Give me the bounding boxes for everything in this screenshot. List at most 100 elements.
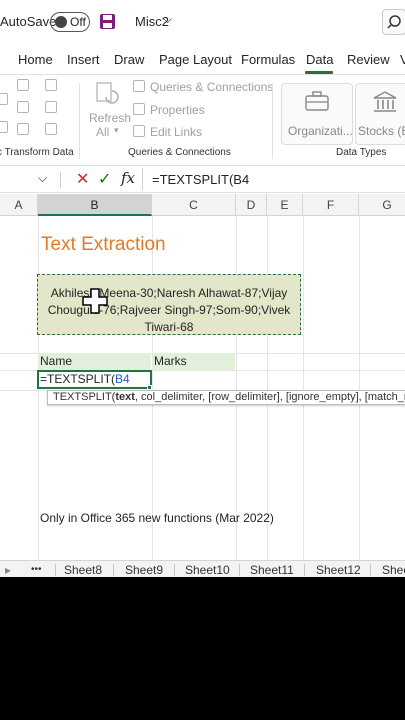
tooltip-function[interactable]: TEXTSPLIT( xyxy=(53,391,115,403)
tooltip-current-arg[interactable]: text xyxy=(115,391,135,403)
gridline xyxy=(152,216,153,560)
sheet-tab-separator xyxy=(239,564,240,576)
column-header-b[interactable]: B xyxy=(38,194,152,216)
refresh-label[interactable]: Refresh xyxy=(89,111,131,125)
column-header-f[interactable]: F xyxy=(303,194,359,216)
source-line-2: Chougule-76;Rajveer Singh-97;Som-90;Vive… xyxy=(47,303,291,317)
worksheet-grid[interactable]: Text Extraction Akhilesh Meena-30;Naresh… xyxy=(0,216,405,560)
toggle-knob-icon xyxy=(55,16,67,28)
sheet-tab-sheet13[interactable]: Shee xyxy=(382,563,405,577)
name-header-cell[interactable]: Name xyxy=(38,353,151,370)
tab-insert[interactable]: Insert xyxy=(67,52,100,67)
properties-icon[interactable] xyxy=(133,103,145,115)
stocks-datatype-button[interactable]: Stocks (En xyxy=(355,83,405,145)
organization-label: Organizati... xyxy=(288,124,353,138)
gridline xyxy=(236,216,237,560)
column-headers: A B C D E F G xyxy=(0,194,405,216)
ribbon-separator xyxy=(79,83,80,159)
cancel-icon[interactable]: ✕ xyxy=(76,169,89,189)
sheet-tab-sheet8[interactable]: Sheet8 xyxy=(64,563,102,577)
save-icon[interactable] xyxy=(99,13,116,30)
edit-links-icon[interactable] xyxy=(133,125,145,137)
properties-button[interactable]: Properties xyxy=(150,103,205,117)
cell-select-cursor-icon xyxy=(82,288,108,314)
tab-data[interactable]: Data xyxy=(306,52,333,67)
sheet-tab-separator xyxy=(113,564,114,576)
sheet-tab-sheet9[interactable]: Sheet9 xyxy=(125,563,163,577)
sheet-tab-separator xyxy=(174,564,175,576)
source-cell-b4[interactable]: Akhilesh Meena-30;Naresh Alhawat-87;Vija… xyxy=(37,274,301,335)
from-table-icon[interactable] xyxy=(0,121,8,133)
sheet-nav-arrow-icon[interactable]: ▸ xyxy=(5,563,11,577)
sheet-title-cell[interactable]: Text Extraction xyxy=(41,234,166,256)
group-label-datatypes: Data Types xyxy=(336,147,387,158)
source-cell-text: Akhilesh Meena-30;Naresh Alhawat-87;Vija… xyxy=(38,285,300,336)
column-header-g[interactable]: G xyxy=(359,194,405,216)
tab-home[interactable]: Home xyxy=(18,52,53,67)
ribbon-tabs: Home Insert Draw Page Layout Formulas Da… xyxy=(0,44,405,74)
edit-links-button[interactable]: Edit Links xyxy=(150,125,202,139)
get-data-icon[interactable] xyxy=(0,93,8,105)
search-icon[interactable] xyxy=(382,9,405,35)
active-cell-prefix: =TEXTSPLIT( xyxy=(40,372,116,386)
chevron-down-icon[interactable]: ⌵ xyxy=(163,12,172,27)
stocks-label: Stocks (En xyxy=(358,124,405,138)
refresh-all-label[interactable]: All xyxy=(96,125,109,139)
gridline xyxy=(359,216,360,560)
chevron-down-icon[interactable]: ▾ xyxy=(114,125,119,136)
note-cell[interactable]: Only in Office 365 new functions (Mar 20… xyxy=(40,511,274,525)
organization-datatype-button[interactable]: Organizati... xyxy=(281,83,353,145)
sheet-tab-separator xyxy=(304,564,305,576)
column-header-c[interactable]: C xyxy=(152,194,236,216)
sheet-tab-bar: ▸ ••• Sheet8 Sheet9 Sheet10 Sheet11 Shee… xyxy=(0,560,405,577)
from-web-icon[interactable] xyxy=(17,101,29,113)
formula-bar-separator xyxy=(142,168,143,190)
refresh-all-icon[interactable] xyxy=(94,81,120,109)
formula-bar: ⌵ ✕ ✓ fx =TEXTSPLIT(B4 xyxy=(0,165,405,193)
enter-icon[interactable]: ✓ xyxy=(98,169,111,189)
more-sheets-button[interactable]: ••• xyxy=(31,564,42,575)
group-label-queries: Queries & Connections xyxy=(128,147,231,158)
active-cell-reference: B4 xyxy=(115,372,130,386)
marks-header-cell[interactable]: Marks xyxy=(152,353,235,370)
existing-connections-icon[interactable] xyxy=(45,101,57,113)
tab-view[interactable]: V xyxy=(400,52,405,67)
active-cell-editor[interactable]: =TEXTSPLIT(B4 xyxy=(37,370,152,389)
source-line-1: Akhilesh Meena-30;Naresh Alhawat-87;Vija… xyxy=(50,286,288,300)
formula-bar-separator xyxy=(60,172,61,188)
tab-draw[interactable]: Draw xyxy=(114,52,144,67)
tab-page-layout[interactable]: Page Layout xyxy=(159,52,232,67)
queries-connections-icon[interactable] xyxy=(133,80,145,92)
tooltip-other-args: , col_delimiter, [row_delimiter], [ignor… xyxy=(134,391,405,403)
name-box[interactable] xyxy=(0,166,36,192)
sheet-tab-sheet12[interactable]: Sheet12 xyxy=(316,563,361,577)
sheet-tab-separator xyxy=(55,564,56,576)
autosave-toggle[interactable]: Off xyxy=(50,12,90,32)
ribbon-data: c Transform Data Refresh All ▾ Queries &… xyxy=(0,75,405,163)
tab-formulas[interactable]: Formulas xyxy=(241,52,295,67)
sheet-tab-sheet11[interactable]: Sheet11 xyxy=(250,563,294,577)
group-label-transform: c Transform Data xyxy=(0,147,74,158)
recent-sources-icon[interactable] xyxy=(45,79,57,91)
column-header-d[interactable]: D xyxy=(236,194,267,216)
sheet-tab-separator xyxy=(370,564,371,576)
excel-window: AutoSave Off Misc2 ⌵ Home Insert Draw Pa… xyxy=(0,0,405,577)
from-text-icon[interactable] xyxy=(17,79,29,91)
autosave-label: AutoSave xyxy=(0,14,57,29)
ribbon-separator xyxy=(272,83,273,159)
from-other-icon[interactable] xyxy=(45,123,57,135)
tab-review[interactable]: Review xyxy=(347,52,390,67)
chevron-down-icon[interactable]: ⌵ xyxy=(38,171,47,186)
autosave-state: Off xyxy=(70,15,86,29)
column-header-a[interactable]: A xyxy=(0,194,38,216)
formula-input[interactable]: =TEXTSPLIT(B4 xyxy=(152,172,249,187)
title-bar: AutoSave Off Misc2 ⌵ xyxy=(0,0,405,44)
from-picture-icon[interactable] xyxy=(17,123,29,135)
sheet-tab-sheet10[interactable]: Sheet10 xyxy=(185,563,230,577)
briefcase-icon xyxy=(305,91,329,111)
function-argument-tooltip[interactable]: TEXTSPLIT(text, col_delimiter, [row_deli… xyxy=(47,390,405,405)
insert-function-icon[interactable]: fx xyxy=(121,169,135,187)
column-header-e[interactable]: E xyxy=(267,194,303,216)
gridline xyxy=(303,216,304,560)
queries-connections-button[interactable]: Queries & Connections xyxy=(150,80,273,94)
